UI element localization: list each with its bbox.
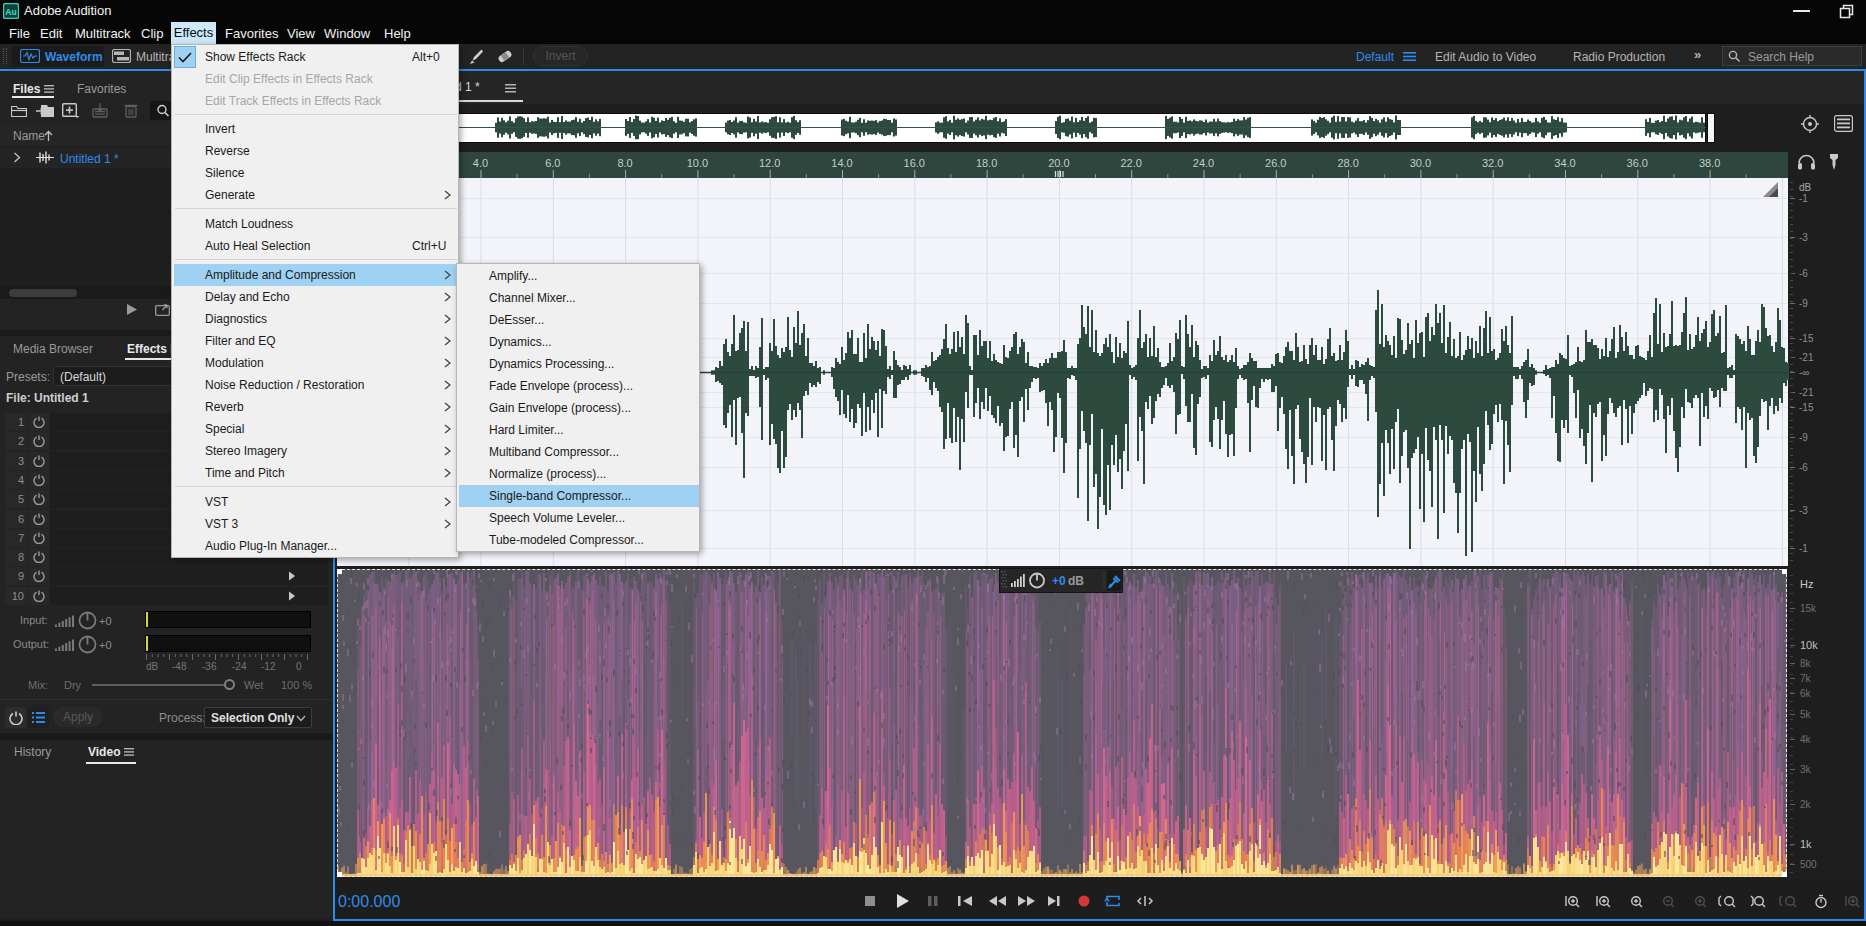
svg-text:2k: 2k [1800, 799, 1812, 810]
svg-text:500: 500 [1800, 859, 1817, 870]
svg-text:Hz: Hz [1800, 578, 1813, 590]
svg-text:10k: 10k [1800, 639, 1818, 651]
svg-text:3k: 3k [1800, 764, 1812, 775]
svg-text:1k: 1k [1800, 838, 1812, 850]
svg-text:7k: 7k [1800, 673, 1812, 684]
svg-text:8k: 8k [1800, 658, 1812, 669]
svg-text:dB: dB [1068, 574, 1084, 588]
svg-text:4k: 4k [1800, 734, 1812, 745]
svg-text:5k: 5k [1800, 709, 1812, 720]
svg-text:6k: 6k [1800, 688, 1812, 699]
svg-text:15k: 15k [1800, 603, 1817, 614]
svg-text:+0: +0 [1052, 574, 1066, 588]
